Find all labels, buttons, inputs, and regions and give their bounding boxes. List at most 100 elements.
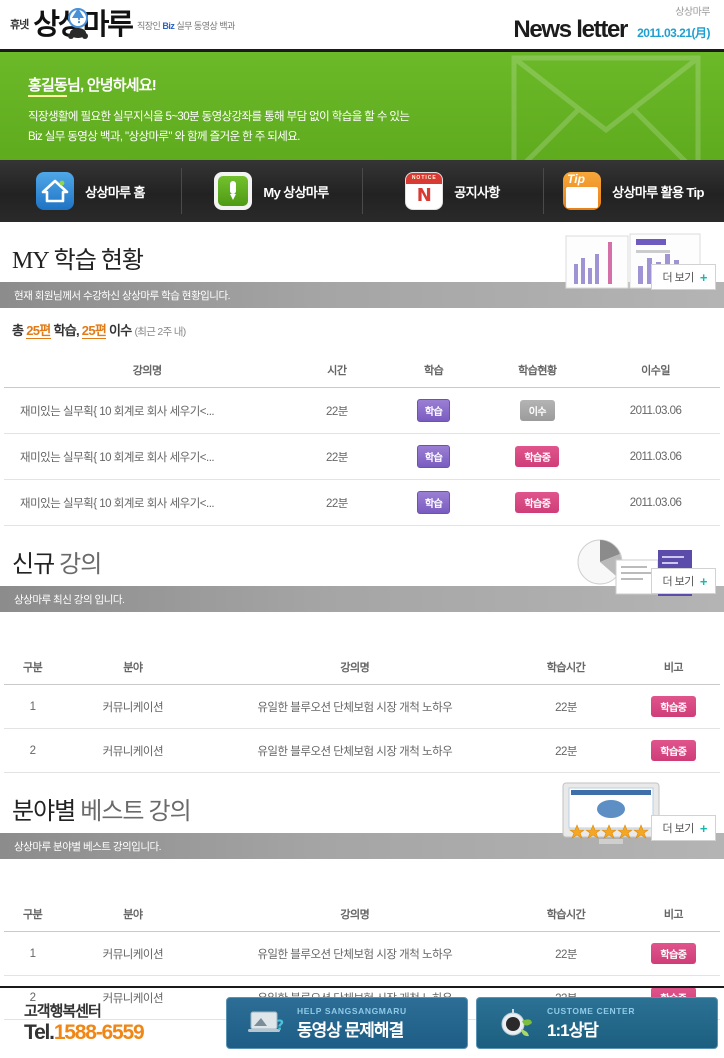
status-badge: 학습중 (651, 696, 696, 717)
plus-icon: + (699, 269, 708, 285)
more-label: 더 보기 (662, 823, 694, 835)
headset-leaf-icon (501, 1009, 532, 1037)
table-header-row: 구분 분야 강의명 학습시간 비고 (4, 897, 720, 932)
th-note: 비고 (626, 897, 720, 932)
th-note: 비고 (626, 650, 720, 685)
cell-course-name: 재미있는 실무획{ 10 회계로 회사 세우기<... (4, 479, 291, 526)
cell-status: 학습중 (483, 479, 592, 526)
cell-study: 학습 (383, 433, 484, 480)
table-row[interactable]: 재미있는 실무획{ 10 회계로 회사 세우기<... 22분 학습 이수 20… (4, 387, 720, 434)
status-badge: 학습중 (515, 492, 560, 513)
study-button[interactable]: 학습 (416, 399, 451, 422)
help-video-subtitle: HELP SANGSANGMARU (297, 1005, 407, 1016)
cell-course-name: 유일한 블루오션 단체보험 시장 개척 노하우 (204, 728, 506, 773)
nav-item-my[interactable]: My 상상마루 (181, 160, 362, 222)
cell-field: 커뮤니케이션 (61, 728, 205, 773)
help-video-button[interactable]: ? HELP SANGSANGMARU 동영상 문제해결 (226, 997, 468, 1049)
cell-study: 학습 (383, 479, 484, 526)
status-badge: 학습중 (515, 446, 560, 467)
status-badge: 이수 (519, 400, 556, 421)
customer-center-label: 고객행복센터 (24, 1003, 102, 1021)
table-row[interactable]: 1 커뮤니케이션 유일한 블루오션 단체보험 시장 개척 노하우 22분 학습중 (4, 684, 720, 729)
nav-item-home[interactable]: 상상마루 홈 (0, 160, 181, 222)
study-button[interactable]: 학습 (416, 445, 451, 468)
table-row[interactable]: 재미있는 실무획{ 10 회계로 회사 세우기<... 22분 학습 학습중 2… (4, 479, 720, 526)
cell-time: 22분 (505, 728, 627, 773)
consultation-button[interactable]: CUSTOME CENTER 1:1상담 (476, 997, 718, 1049)
laptop-question-icon: ? (248, 1011, 284, 1034)
my-status-description: 현재 회원님께서 수강하신 상상마루 학습 현황입니다. (14, 289, 231, 302)
study-button[interactable]: 학습 (416, 491, 451, 514)
cell-course-name: 유일한 블루오션 단체보험 시장 개척 노하우 (204, 684, 506, 729)
cell-time: 22분 (505, 931, 627, 976)
table-row[interactable]: 재미있는 실무획{ 10 회계로 회사 세우기<... 22분 학습 학습중 2… (4, 433, 720, 480)
cell-time: 22분 (505, 684, 627, 729)
th-no: 구분 (4, 897, 62, 932)
cell-field: 커뮤니케이션 (61, 684, 205, 729)
new-courses-description: 상상마루 최신 강의 입니다. (14, 593, 125, 606)
tip-icon: Tip (563, 172, 602, 210)
th-time: 학습시간 (505, 897, 627, 932)
th-date: 이수일 (591, 353, 720, 388)
cell-course-name: 재미있는 실무획{ 10 회계로 회사 세우기<... (4, 433, 291, 480)
newsletter-title: News letter (513, 16, 628, 43)
banner-line-1: 직장생활에 필요한 실무지식을 5~30분 동영상강좌를 통해 부담 없이 학습… (28, 111, 410, 123)
section-my-status: MY 학습 현황 현재 회원님께서 수강하신 상상마루 학습 현황입니다. 더 … (0, 222, 724, 526)
cell-status: 이수 (483, 387, 592, 434)
cell-course-name: 유일한 블루오션 단체보험 시장 개척 노하우 (204, 931, 506, 976)
nav-label-tip: 상상마루 활용 Tip (612, 184, 704, 200)
th-status: 학습현황 (483, 353, 592, 388)
best-courses-description: 상상마루 분야별 베스트 강의입니다. (14, 840, 162, 853)
notice-icon: NOTICE N (405, 172, 444, 210)
newsletter-title-block: 상상마루 News letter 2011.03.21(月) (513, 7, 716, 42)
logo-prefix: 휴넷 (10, 19, 29, 31)
th-no: 구분 (4, 650, 62, 685)
table-row[interactable]: 2 커뮤니케이션 유일한 블루오션 단체보험 시장 개척 노하우 22분 학습중 (4, 728, 720, 773)
th-study: 학습 (383, 353, 484, 388)
best-courses-more-button[interactable]: 더 보기 + (651, 815, 716, 841)
notice-icon-label: NOTICE (406, 173, 443, 184)
lightbulb-character-icon: ! (68, 8, 89, 39)
total-note: (최근 2주 내) (134, 326, 187, 338)
cell-date: 2011.03.06 (591, 387, 720, 434)
cell-note: 학습중 (626, 931, 720, 976)
cell-field: 커뮤니케이션 (61, 931, 205, 976)
notice-icon-letter: N (416, 185, 432, 206)
cell-note: 학습중 (626, 728, 720, 773)
logo-title: 상상마루 ! (33, 8, 134, 39)
table-row[interactable]: 1 커뮤니케이션 유일한 블루오션 단체보험 시장 개척 노하우 22분 학습중 (4, 931, 720, 976)
main-nav: 상상마루 홈 My 상상마루 NOTICE N 공지사항 Tip 상상마루 활용… (0, 160, 724, 222)
cell-time: 22분 (290, 479, 384, 526)
greeting-heading: 홍길동님, 안녕하세요! (28, 74, 724, 97)
plus-icon: + (699, 820, 708, 836)
th-course-name: 강의명 (204, 650, 506, 685)
site-logo[interactable]: 휴넷 상상마루 ! 직장인 Biz 실무 동영상 백과 (10, 8, 235, 39)
th-time: 학습시간 (505, 650, 627, 685)
nav-item-tip[interactable]: Tip 상상마루 활용 Tip (543, 160, 724, 222)
new-courses-table: 구분 분야 강의명 학습시간 비고 1 커뮤니케이션 유일한 블루오션 단체보험… (4, 650, 720, 773)
th-course-name: 강의명 (4, 353, 291, 388)
tip-icon-page (566, 187, 599, 208)
page-header: 휴넷 상상마루 ! 직장인 Biz 실무 동영상 백과 상상마루 News le… (0, 0, 724, 52)
new-courses-more-button[interactable]: 더 보기 + (651, 568, 716, 594)
nav-label-home: 상상마루 홈 (85, 184, 145, 200)
cell-course-name: 재미있는 실무획{ 10 회계로 회사 세우기<... (4, 387, 291, 434)
status-badge: 학습중 (651, 943, 696, 964)
cell-no: 2 (4, 728, 62, 773)
table-header-row: 강의명 시간 학습 학습현황 이수일 (4, 353, 720, 388)
home-icon (36, 172, 75, 210)
total-studied-count: 25편 (26, 323, 51, 339)
cell-time: 22분 (290, 387, 384, 434)
my-status-more-button[interactable]: 더 보기 + (651, 264, 716, 290)
svg-text:?: ? (276, 1018, 284, 1034)
nav-item-notice[interactable]: NOTICE N 공지사항 (362, 160, 543, 222)
customer-center-tel: Tel.1588-6559 (24, 1021, 145, 1045)
greeting-banner: 홍길동님, 안녕하세요! 직장생활에 필요한 실무지식을 5~30분 동영상강좌… (0, 52, 724, 160)
nav-label-notice: 공지사항 (454, 184, 500, 200)
customer-center-block: 고객행복센터 Tel.1588-6559 (6, 1000, 218, 1045)
total-completed-count: 25편 (81, 323, 107, 339)
th-field: 분야 (61, 650, 205, 685)
pencil-icon (214, 172, 253, 210)
nav-label-my: My 상상마루 (263, 184, 329, 200)
more-label: 더 보기 (662, 272, 694, 284)
